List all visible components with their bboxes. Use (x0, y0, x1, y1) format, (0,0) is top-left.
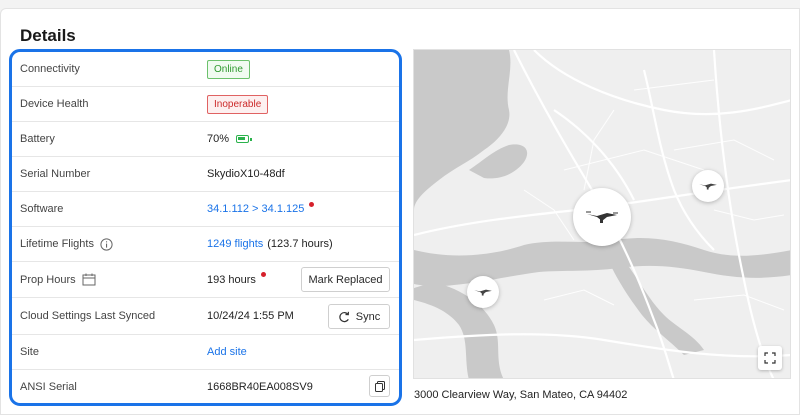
row-prop-hours: Prop Hours 193 hours Mark Replaced (12, 262, 399, 298)
drone-marker-selected[interactable] (573, 188, 631, 246)
battery-label: Battery (20, 133, 55, 145)
row-lifetime-flights: Lifetime Flights 1249 flights (123.7 hou… (12, 227, 399, 262)
cloud-settings-synced-value: 10/24/24 1:55 PM (207, 310, 294, 322)
ansi-serial-value: 1668BR40EA008SV9 (207, 380, 313, 393)
page-title: Details (20, 26, 76, 45)
sync-button[interactable]: Sync (328, 304, 390, 329)
sync-button-label: Sync (355, 310, 381, 323)
drone-marker[interactable] (467, 276, 499, 308)
connectivity-label: Connectivity (20, 63, 80, 75)
copy-icon (374, 380, 385, 392)
battery-value: 70% (207, 133, 230, 145)
software-update-link[interactable]: 34.1.112 > 34.1.125 (207, 203, 304, 215)
mark-replaced-button[interactable]: Mark Replaced (301, 267, 390, 292)
row-ansi-serial: ANSI Serial 1668BR40EA008SV9 (12, 370, 399, 403)
row-battery: Battery 70% (12, 122, 399, 157)
lifetime-flights-hours: (123.7 hours) (267, 238, 333, 250)
lifetime-flights-link[interactable]: 1249 flights (207, 238, 263, 250)
row-site: Site Add site (12, 335, 399, 370)
info-icon[interactable] (100, 237, 113, 251)
copy-button[interactable] (369, 375, 390, 397)
row-device-health: Device Health Inoperable (12, 87, 399, 122)
serial-number-label: Serial Number (20, 168, 91, 180)
software-label: Software (20, 203, 64, 215)
row-software: Software 34.1.112 > 34.1.125 (12, 192, 399, 227)
ansi-serial-label: ANSI Serial (20, 380, 77, 393)
cloud-settings-label: Cloud Settings Last Synced (20, 310, 156, 322)
drone-marker[interactable] (692, 170, 724, 202)
expand-icon (764, 352, 776, 364)
connectivity-status-badge: Online (207, 59, 250, 79)
row-connectivity: Connectivity Online (12, 52, 399, 87)
battery-icon (236, 135, 252, 143)
calendar-icon (82, 273, 96, 286)
map-view[interactable] (413, 49, 791, 379)
drone-icon (586, 211, 618, 223)
serial-number-value: SkydioX10-48df (207, 168, 285, 180)
prop-hours-value: 193 hours (207, 273, 256, 286)
device-health-label: Device Health (20, 98, 89, 110)
drone-icon (699, 183, 717, 190)
lifetime-flights-label: Lifetime Flights (20, 238, 94, 250)
device-health-status-badge: Inoperable (207, 94, 269, 114)
prop-hours-alert-dot-icon (260, 272, 266, 277)
map-address: 3000 Clearview Way, San Mateo, CA 94402 (414, 389, 628, 401)
row-serial-number: Serial Number SkydioX10-48df (12, 157, 399, 192)
drone-icon (474, 289, 492, 296)
site-label: Site (20, 346, 39, 358)
row-cloud-settings: Cloud Settings Last Synced 10/24/24 1:55… (12, 298, 399, 335)
refresh-icon (339, 311, 349, 322)
update-alert-dot-icon (309, 201, 315, 207)
add-site-link[interactable]: Add site (207, 346, 247, 358)
fullscreen-button[interactable] (758, 346, 782, 370)
prop-hours-label: Prop Hours (20, 273, 76, 286)
details-panel: Connectivity Online Device Health Inoper… (9, 49, 402, 406)
